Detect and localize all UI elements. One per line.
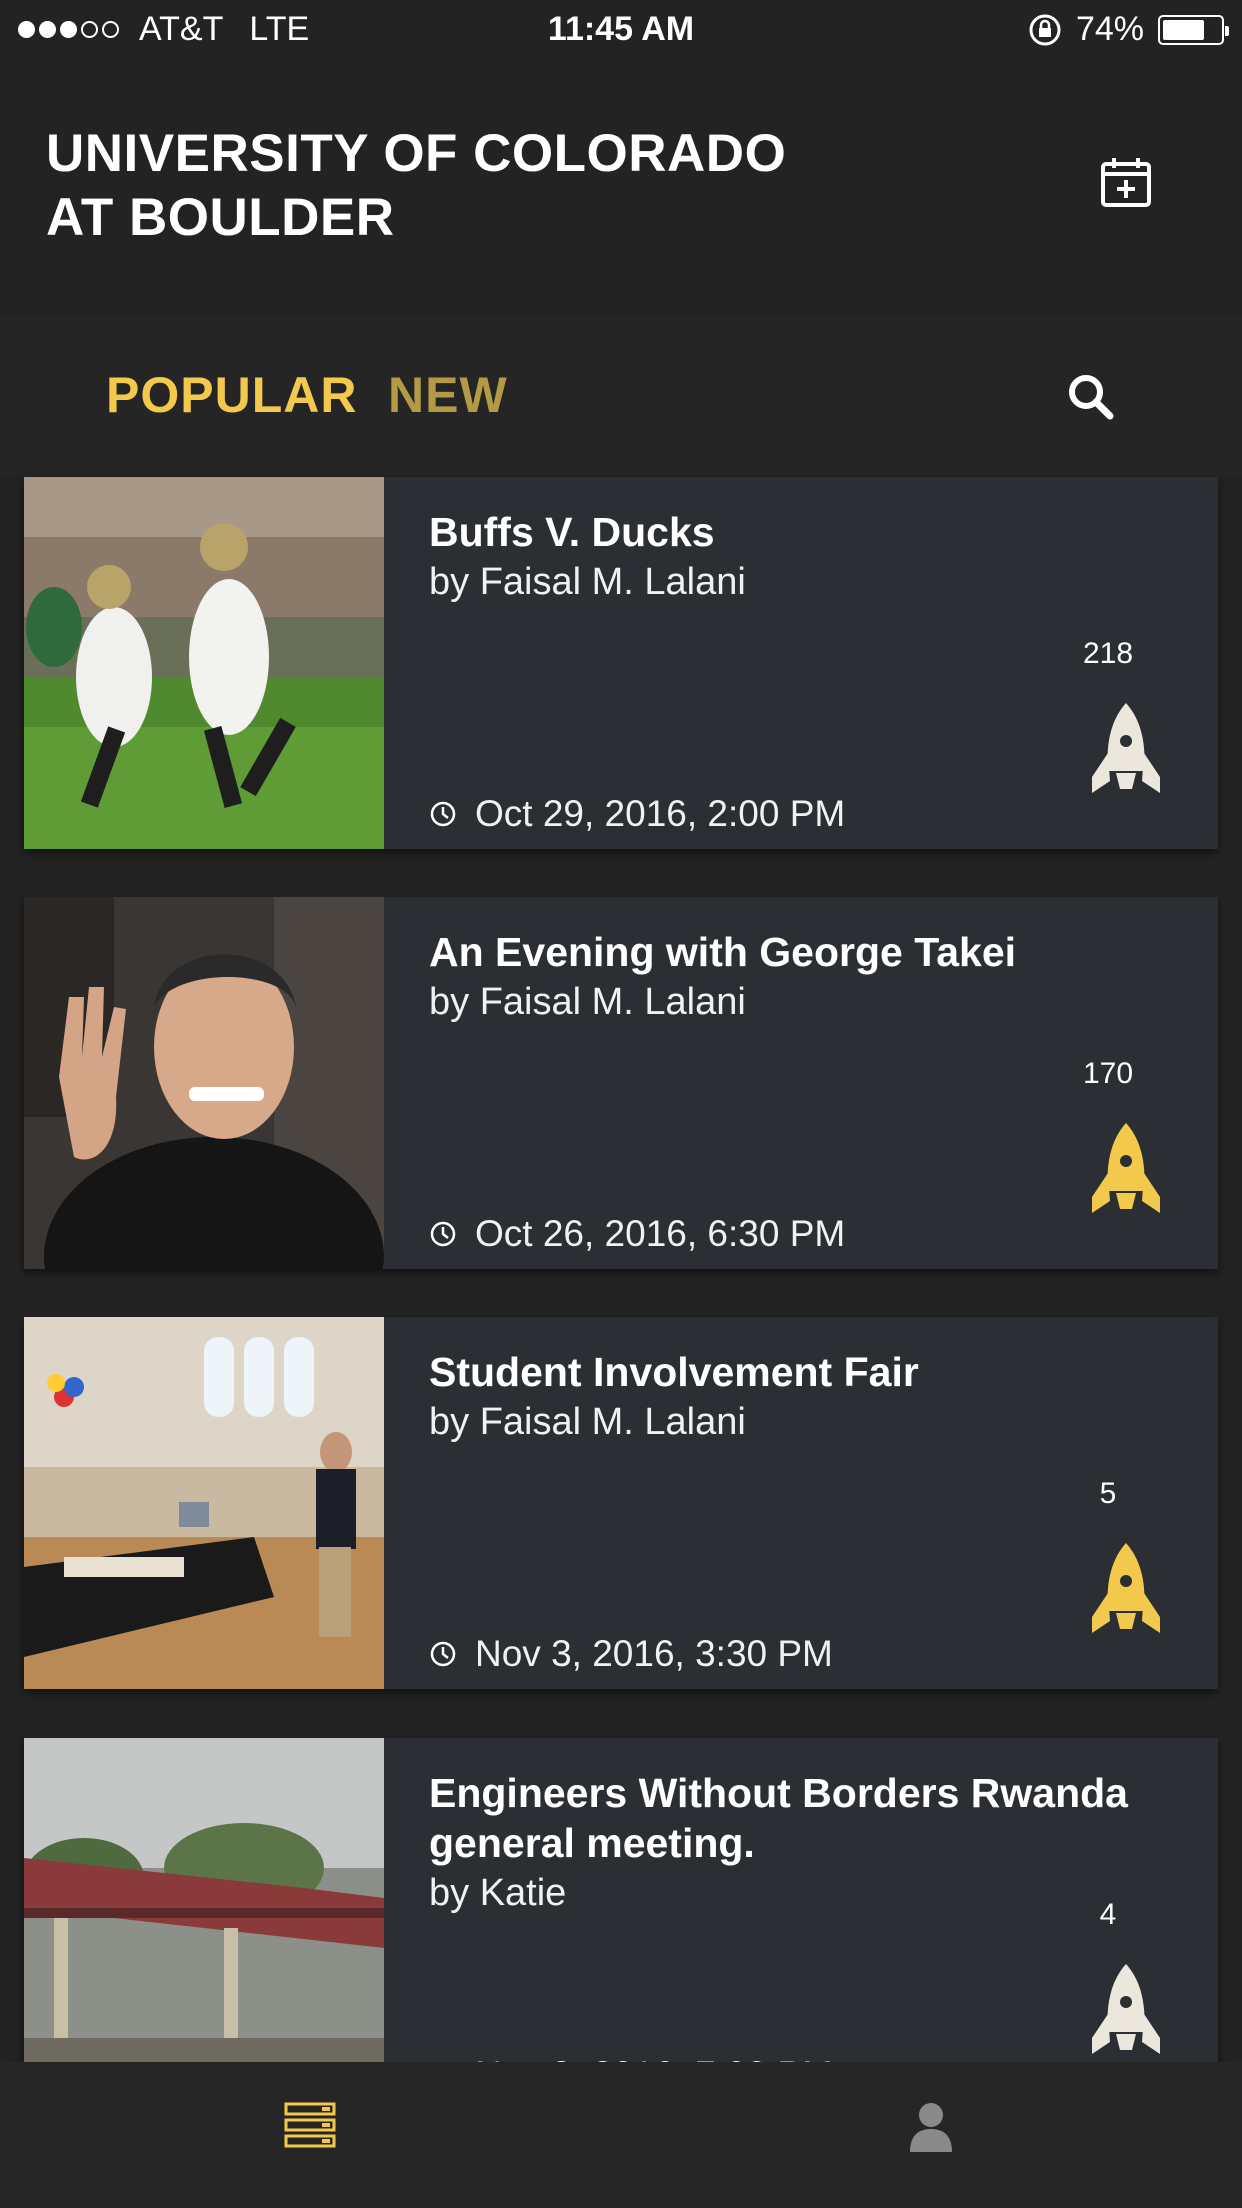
vote-count: 5	[1099, 1477, 1117, 1510]
filter-tabs: POPULAR NEW	[0, 316, 1242, 476]
event-title-text: Buffs V. Ducks	[429, 509, 715, 555]
vote-count: 218	[1082, 637, 1134, 670]
event-author: by Faisal M. Lalani	[429, 1401, 746, 1443]
calendar-add-icon[interactable]	[1100, 156, 1152, 208]
app-header: UNIVERSITY OF COLORADO AT BOULDER	[0, 62, 1242, 316]
event-title-text: Student Involvement Fair	[429, 1349, 919, 1395]
event-author: by Katie	[429, 1872, 567, 1914]
bottom-tab-bar	[0, 2062, 1242, 2208]
event-card[interactable]: Engineers Without Borders Rwanda general…	[24, 1738, 1218, 2110]
event-date: Nov 3, 2016, 3:30 PM	[429, 1633, 833, 1675]
rocket-upvote-icon[interactable]	[1090, 1541, 1162, 1637]
search-icon[interactable]	[1066, 372, 1116, 422]
event-title[interactable]: Student Involvement Fair by Faisal M. La…	[429, 1347, 1129, 1447]
event-thumbnail	[24, 477, 384, 849]
event-card[interactable]: Buffs V. Ducks by Faisal M. Lalani Oct 2…	[24, 477, 1218, 849]
event-title[interactable]: Engineers Without Borders Rwanda general…	[429, 1768, 1129, 1918]
page-title: UNIVERSITY OF COLORADO AT BOULDER	[46, 124, 787, 247]
battery-percent: 74%	[1075, 10, 1144, 48]
rocket-upvote-icon[interactable]	[1090, 701, 1162, 797]
event-title-text: An Evening with George Takei	[429, 929, 1017, 975]
battery-fill	[1163, 19, 1205, 40]
event-date-text: Oct 26, 2016, 6:30 PM	[475, 1213, 846, 1254]
tab-new[interactable]: NEW	[388, 366, 508, 424]
status-right: 74%	[1028, 10, 1229, 49]
rocket-upvote-icon[interactable]	[1090, 1121, 1162, 1217]
event-author: by Faisal M. Lalani	[429, 981, 746, 1023]
event-date: Oct 29, 2016, 2:00 PM	[429, 793, 845, 835]
event-title-text: Engineers Without Borders Rwanda general…	[429, 1770, 1128, 1866]
event-author: by Faisal M. Lalani	[429, 561, 746, 603]
tab-popular[interactable]: POPULAR	[106, 366, 357, 424]
clock-icon	[430, 1221, 456, 1247]
list-icon[interactable]	[284, 2102, 336, 2148]
event-date-text: Nov 3, 2016, 3:30 PM	[475, 1633, 833, 1674]
battery-icon	[1158, 14, 1229, 45]
clock-icon	[430, 801, 456, 827]
rocket-upvote-icon[interactable]	[1090, 1962, 1162, 2058]
event-thumbnail	[24, 897, 384, 1269]
vote-count: 170	[1082, 1057, 1134, 1090]
user-icon[interactable]	[908, 2102, 954, 2152]
clock-icon	[430, 1641, 456, 1667]
event-date-text: Oct 29, 2016, 2:00 PM	[475, 793, 846, 834]
orientation-lock-icon	[1029, 14, 1061, 45]
event-card[interactable]: Student Involvement Fair by Faisal M. La…	[24, 1317, 1218, 1689]
event-title[interactable]: Buffs V. Ducks by Faisal M. Lalani	[429, 507, 1129, 607]
event-date: Oct 26, 2016, 6:30 PM	[429, 1213, 845, 1255]
status-bar: AT&T LTE 11:45 AM 74%	[0, 0, 1242, 62]
event-thumbnail	[24, 1738, 384, 2110]
event-title[interactable]: An Evening with George Takei by Faisal M…	[429, 927, 1129, 1027]
event-card[interactable]: An Evening with George Takei by Faisal M…	[24, 897, 1218, 1269]
event-thumbnail	[24, 1317, 384, 1689]
vote-count: 4	[1099, 1898, 1117, 1931]
